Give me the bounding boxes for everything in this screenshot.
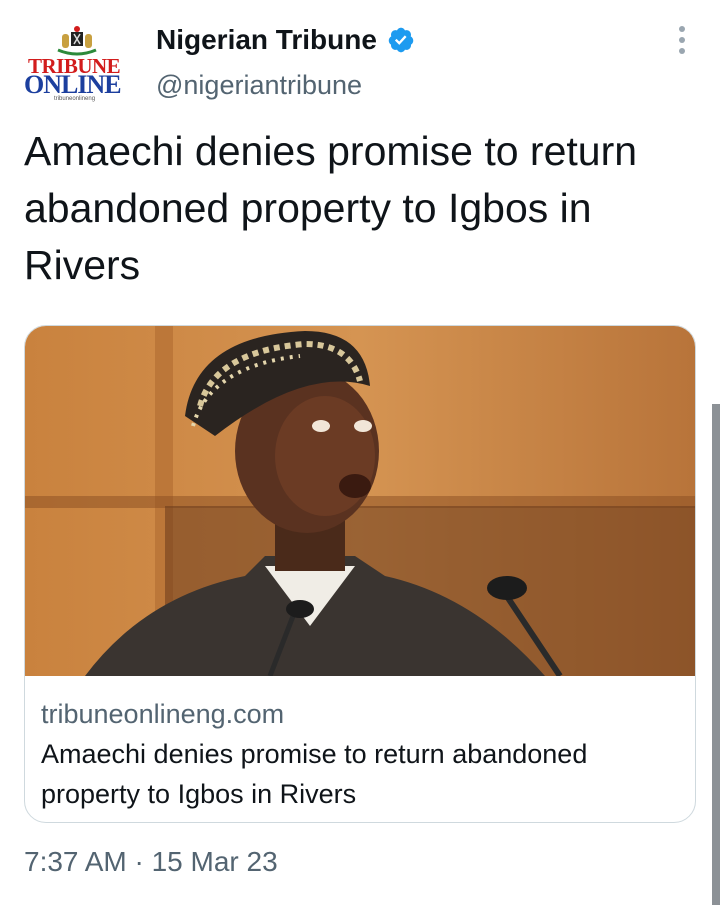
verified-badge-icon (388, 27, 414, 53)
article-photo (25, 326, 695, 676)
tweet-timestamp[interactable]: 7:37 AM · 15 Mar 23 (24, 846, 278, 878)
link-preview-card[interactable]: tribuneonlineng.com Amaechi denies promi… (24, 325, 696, 823)
tweet-header: TRIBUNE ONLINE tribuneonlineng Nigerian … (24, 22, 700, 112)
more-options-icon[interactable] (676, 26, 688, 56)
account-name-row: Nigerian Tribune (156, 24, 415, 56)
card-domain[interactable]: tribuneonlineng.com (41, 696, 681, 732)
logo-subtext: tribuneonlineng (54, 96, 96, 102)
account-name[interactable]: Nigerian Tribune (156, 24, 377, 56)
scrollbar[interactable] (712, 404, 720, 905)
card-title[interactable]: Amaechi denies promise to return abandon… (41, 734, 681, 814)
tweet-text: Amaechi denies promise to return abandon… (24, 128, 638, 288)
account-handle[interactable]: @nigeriantribune (156, 70, 362, 101)
avatar[interactable]: TRIBUNE ONLINE tribuneonlineng (24, 22, 132, 102)
card-meta: tribuneonlineng.com Amaechi denies promi… (41, 696, 681, 814)
coat-of-arms-icon (57, 26, 97, 56)
